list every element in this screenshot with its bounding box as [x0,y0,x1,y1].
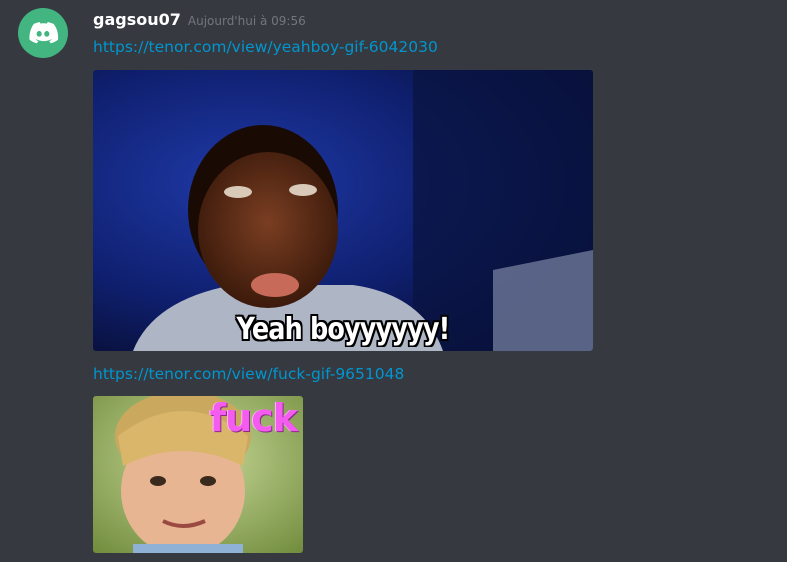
gif-embed-yeahboy[interactable]: Yeah boyyyyyy! [93,70,593,351]
message-header: gagsou07 Aujourd'hui à 09:56 [93,10,306,32]
username[interactable]: gagsou07 [93,10,181,29]
chat-message: gagsou07 Aujourd'hui à 09:56 https://ten… [0,0,787,562]
gif-image-yeahboy [93,70,593,351]
tenor-link-yeahboy[interactable]: https://tenor.com/view/yeahboy-gif-60420… [93,38,438,56]
gif-caption-fuck: fuck [209,396,298,440]
user-avatar[interactable] [18,8,68,58]
discord-logo-icon [29,22,59,44]
timestamp: Aujourd'hui à 09:56 [187,14,306,28]
gif-embed-fuck[interactable]: fuck [93,396,303,553]
gif-caption-yeahboy: Yeah boyyyyyy! [236,312,451,347]
tenor-link-fuck[interactable]: https://tenor.com/view/fuck-gif-9651048 [93,365,404,383]
